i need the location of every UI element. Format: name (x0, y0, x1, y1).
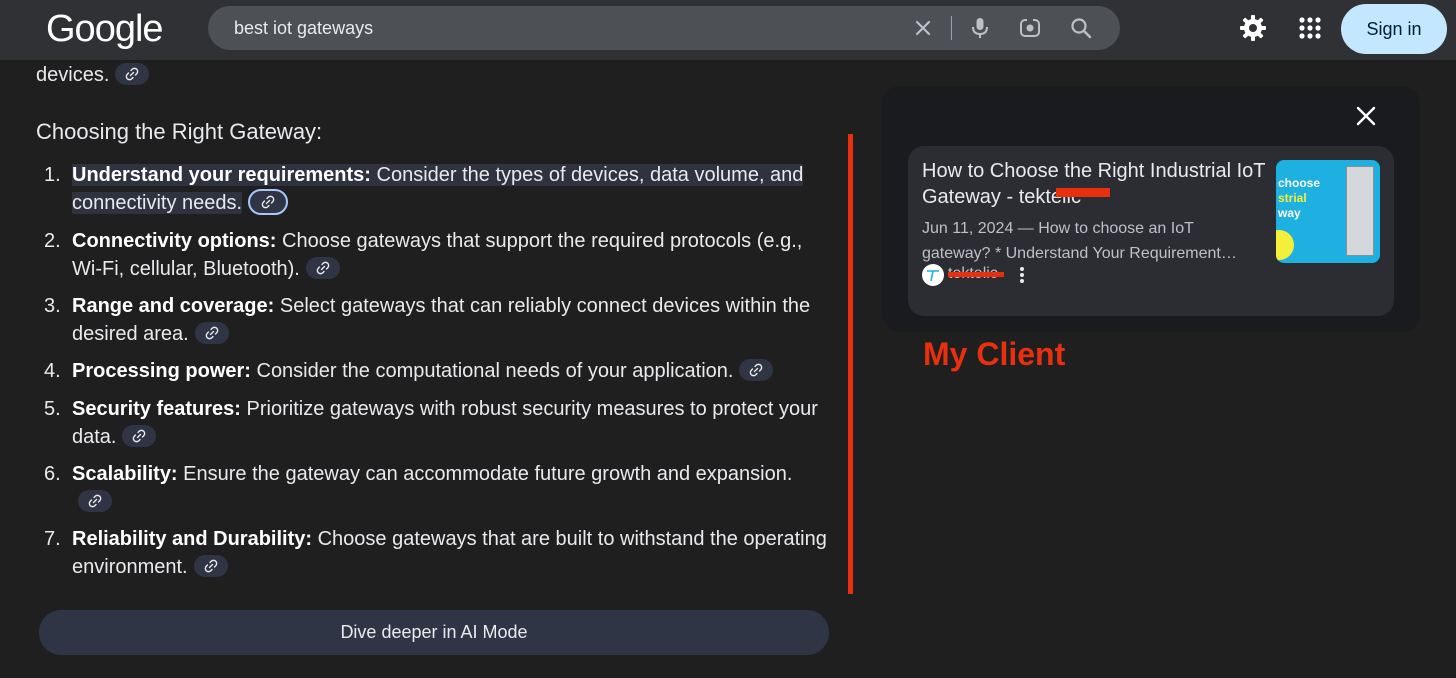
list-item-heading: Scalability: (72, 463, 178, 485)
link-icon (261, 195, 275, 209)
list-item-heading: Connectivity options: (72, 230, 277, 252)
redaction-mark (948, 272, 1004, 277)
source-link-chip[interactable] (248, 188, 289, 215)
gateway-device-image (1346, 166, 1374, 256)
list-item-text: Consider the computational needs of your… (250, 360, 734, 382)
link-icon (88, 494, 102, 508)
list-item-body: Understand your requirements: Consider t… (72, 161, 832, 217)
link-icon (205, 326, 219, 340)
dive-deeper-button[interactable]: Dive deeper in AI Mode (39, 610, 829, 655)
list-item-number: 5. (44, 398, 61, 420)
gear-icon[interactable] (1231, 6, 1275, 50)
list-item-number: 6. (44, 463, 61, 485)
list-item-number: 4. (44, 360, 61, 382)
list-item-number: 2. (44, 230, 61, 252)
annotation-label: My Client (923, 336, 1066, 372)
list-item-heading: Reliability and Durability: (72, 528, 313, 550)
list-item-content: Range and coverage: Select gateways that… (72, 295, 810, 345)
source-link-chip[interactable] (122, 424, 157, 447)
redaction-mark (1056, 188, 1110, 197)
source-link-chip[interactable] (115, 62, 150, 85)
search-bar[interactable]: best iot gateways (208, 6, 1120, 50)
list-item-heading: Security features: (72, 398, 241, 420)
source-link-chip[interactable] (305, 256, 340, 279)
list-item-body: Security features: Prioritize gateways w… (72, 395, 832, 451)
source-card-title[interactable]: How to Choose the Right Industrial IoT G… (922, 158, 1272, 210)
close-icon[interactable] (1346, 96, 1386, 136)
thumbnail-text-line-1: choose (1278, 176, 1321, 190)
list-item-content: Connectivity options: Choose gateways th… (72, 230, 802, 280)
annotation-divider-line (848, 134, 853, 594)
previous-paragraph-end: devices. (36, 62, 150, 87)
source-card[interactable]: How to Choose the Right Industrial IoT G… (908, 146, 1394, 316)
list-item-heading: Range and coverage: (72, 295, 275, 317)
source-link-chip[interactable] (194, 321, 229, 344)
list-item-heading: Understand your requirements: (72, 164, 371, 186)
list-item-body: Range and coverage: Select gateways that… (72, 292, 832, 348)
sign-in-button[interactable]: Sign in (1341, 4, 1447, 54)
link-icon (316, 261, 330, 275)
search-divider (951, 16, 952, 40)
source-link-chip[interactable] (739, 358, 774, 381)
list-item-content: Understand your requirements: Consider t… (72, 164, 804, 214)
list-item-body: Connectivity options: Choose gateways th… (72, 227, 832, 283)
thumbnail-decoration (1276, 230, 1294, 260)
thumbnail-text: choose strial way (1278, 176, 1320, 221)
header-bar: Google best iot gateways Sign in (0, 0, 1456, 60)
lens-icon[interactable] (1008, 6, 1052, 50)
link-icon (126, 67, 139, 81)
previous-paragraph-text: devices. (36, 64, 110, 86)
thumbnail-text-line-3: way (1278, 206, 1301, 220)
list-item-content: Scalability: Ensure the gateway can acco… (72, 463, 792, 485)
list-item-number: 3. (44, 295, 61, 317)
list-item-body: Reliability and Durability: Choose gatew… (72, 525, 832, 581)
thumbnail-text-line-2: strial (1278, 191, 1307, 205)
section-heading: Choosing the Right Gateway: (36, 119, 323, 144)
list-item-content: Processing power: Consider the computati… (72, 360, 733, 382)
list-item-content: Security features: Prioritize gateways w… (72, 398, 818, 448)
mic-icon[interactable] (958, 6, 1002, 50)
list-item-number: 7. (44, 528, 61, 550)
list-item-body: Processing power: Consider the computati… (72, 357, 832, 385)
source-card-thumbnail[interactable]: choose strial way (1276, 160, 1380, 263)
link-icon (133, 429, 146, 443)
list-item-number: 1. (44, 164, 61, 186)
link-icon (750, 363, 763, 377)
snippet-line-1: Jun 11, 2024 — How to choose an IoT (922, 220, 1194, 237)
google-logo[interactable]: Google (46, 8, 164, 51)
apps-icon[interactable] (1288, 6, 1332, 50)
source-link-chip[interactable] (78, 489, 112, 512)
list-item-content: Reliability and Durability: Choose gatew… (72, 528, 827, 578)
clear-icon[interactable] (901, 6, 945, 50)
list-item-heading: Processing power: (72, 360, 251, 382)
search-icon[interactable] (1059, 6, 1103, 50)
source-link-chip[interactable] (193, 554, 228, 577)
snippet-line-2: gateway? * Understand Your Requirement… (922, 245, 1237, 262)
sources-panel: How to Choose the Right Industrial IoT G… (882, 86, 1420, 332)
link-icon (204, 559, 217, 573)
source-favicon-icon (922, 264, 944, 286)
more-options-icon[interactable] (1012, 260, 1032, 290)
source-card-snippet: Jun 11, 2024 — How to choose an IoT gate… (922, 216, 1272, 266)
search-input[interactable]: best iot gateways (234, 18, 373, 39)
list-item-body: Scalability: Ensure the gateway can acco… (72, 460, 832, 516)
list-item-text: Ensure the gateway can accommodate futur… (177, 463, 793, 485)
